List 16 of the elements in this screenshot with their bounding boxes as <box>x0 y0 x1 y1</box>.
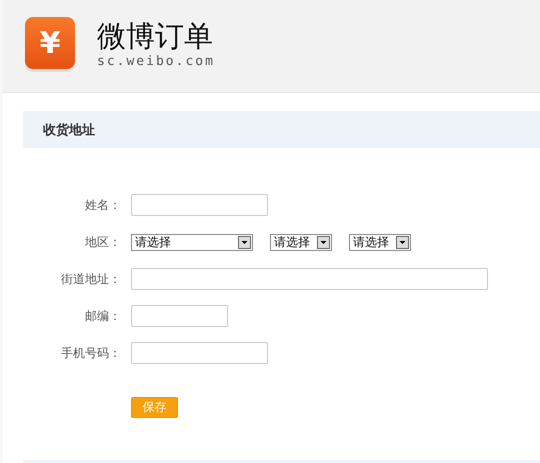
dropdown-select[interactable]: 请选择 <box>270 234 332 250</box>
logo-symbol: ¥ <box>40 26 60 60</box>
text-field[interactable] <box>131 268 488 290</box>
field-label: 街道地址： <box>60 270 121 288</box>
section-title: 收货地址 <box>43 122 95 138</box>
text-field[interactable] <box>131 342 268 364</box>
dropdown-select[interactable]: 请选择 <box>131 234 253 250</box>
field-label: 邮编： <box>84 308 121 324</box>
field-label: 姓名： <box>84 196 121 214</box>
dropdown-select[interactable]: 请选择 <box>349 234 411 250</box>
field-label: 手机号码： <box>60 344 121 362</box>
text-field[interactable] <box>131 194 268 216</box>
site-url: sc.weibo.com <box>97 54 215 68</box>
field-label: 地区： <box>84 234 121 250</box>
text-field[interactable] <box>131 305 228 327</box>
site-title: 微博订单 <box>97 18 214 54</box>
